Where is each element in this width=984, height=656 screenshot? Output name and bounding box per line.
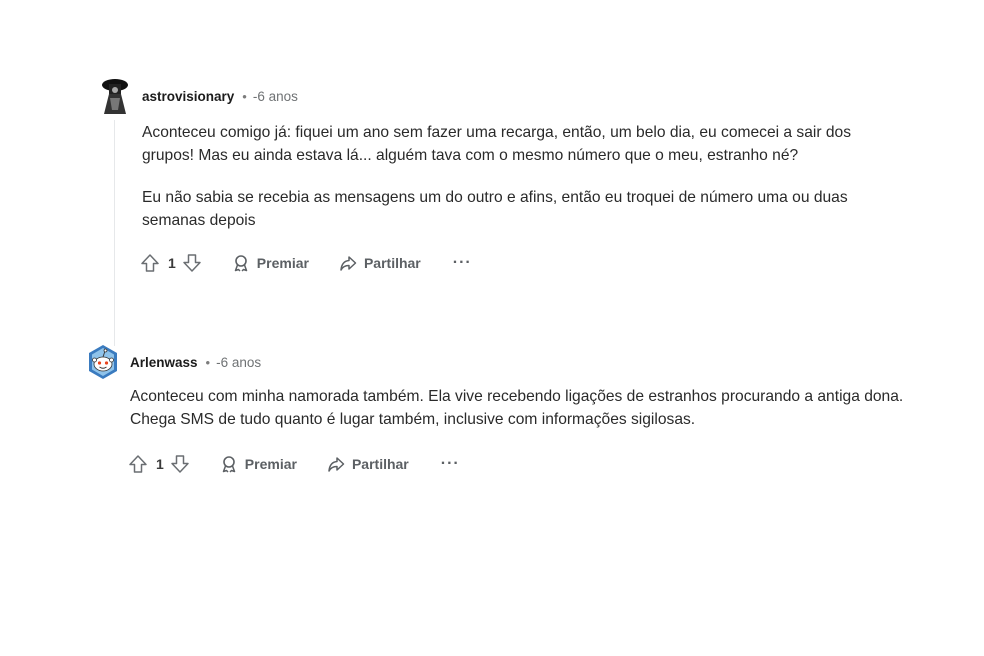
more-options-button[interactable]: ··· — [453, 254, 472, 272]
vote-count: 1 — [168, 255, 176, 271]
comment-paragraph: Aconteceu com minha namorada também. Ela… — [130, 388, 904, 428]
snoo-avatar-icon — [89, 345, 117, 379]
share-label: Partilhar — [351, 456, 409, 472]
share-button[interactable]: Partilhar — [339, 254, 421, 272]
separator-dot: • — [242, 88, 247, 104]
upvote-arrow-icon — [141, 254, 159, 272]
award-label: Premiar — [244, 456, 297, 472]
avatar-figure-icon — [102, 79, 128, 114]
more-options-button[interactable]: ··· — [441, 455, 460, 473]
award-icon — [222, 456, 236, 473]
downvote-button[interactable] — [182, 253, 202, 273]
separator-dot: • — [205, 354, 211, 370]
upvote-button[interactable] — [128, 454, 148, 474]
share-button[interactable]: Partilhar — [327, 455, 409, 473]
downvote-arrow-icon — [183, 254, 201, 272]
award-label: Premiar — [256, 255, 309, 271]
thread-line[interactable] — [114, 120, 115, 346]
username[interactable]: Arlenwass — [130, 355, 198, 370]
award-button[interactable]: Premiar — [232, 254, 309, 272]
comment: Arlenwass • -6 anos Aconteceu com minha … — [86, 342, 926, 479]
award-button[interactable]: Premiar — [220, 455, 297, 473]
username[interactable]: astrovisionary — [142, 89, 234, 104]
comment-actions: 1 Premiar Partilhar ··· — [128, 449, 926, 479]
timestamp[interactable]: -6 anos — [216, 355, 261, 370]
comment: astrovisionary • -6 anos Aconteceu comig… — [100, 76, 920, 346]
award-icon — [234, 255, 248, 272]
timestamp[interactable]: -6 anos — [253, 89, 298, 104]
comment-body: Aconteceu comigo já: fiquei um ano sem f… — [142, 122, 902, 232]
share-label: Partilhar — [363, 255, 421, 271]
vote-count: 1 — [156, 456, 164, 472]
comment-header: Arlenwass • -6 anos — [86, 342, 926, 382]
downvote-button[interactable] — [170, 454, 190, 474]
comment-actions: 1 Premiar Partilhar ··· — [140, 248, 920, 278]
downvote-arrow-icon — [171, 455, 189, 473]
upvote-arrow-icon — [129, 455, 147, 473]
comment-paragraph: Aconteceu comigo já: fiquei um ano sem f… — [142, 124, 852, 164]
share-arrow-icon — [340, 256, 357, 271]
upvote-button[interactable] — [140, 253, 160, 273]
avatar[interactable] — [100, 76, 130, 116]
comment-body: Aconteceu com minha namorada também. Ela… — [130, 386, 920, 431]
share-arrow-icon — [328, 457, 345, 472]
comment-paragraph: Eu não sabia se recebia as mensagens um … — [142, 189, 848, 229]
comment-header: astrovisionary • -6 anos — [100, 76, 920, 116]
avatar[interactable] — [86, 342, 120, 382]
